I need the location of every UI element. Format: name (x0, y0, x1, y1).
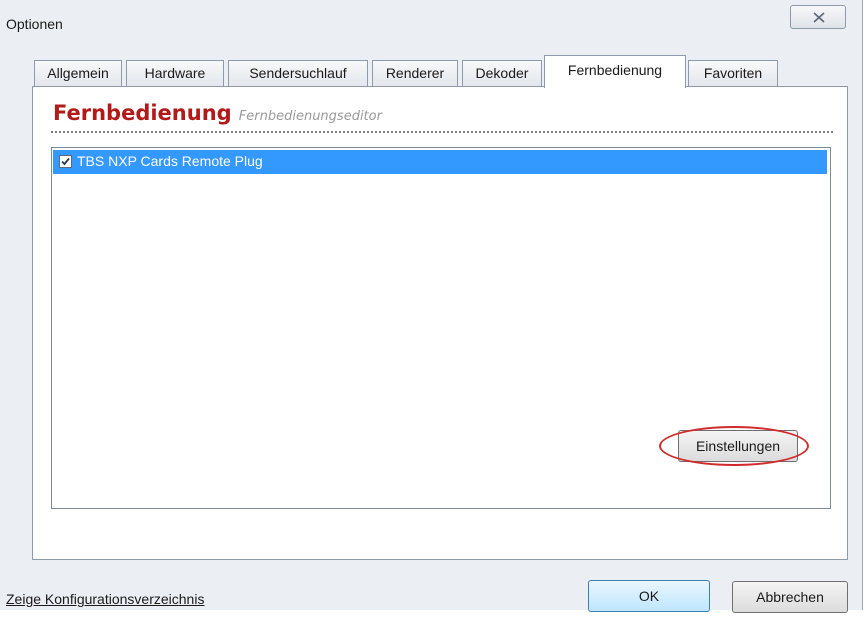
cancel-button[interactable]: Abbrechen (732, 581, 848, 613)
tab-hardware[interactable]: Hardware (126, 60, 224, 86)
tab-allgemein[interactable]: Allgemein (34, 60, 122, 86)
dotted-divider (51, 131, 833, 133)
close-icon (813, 12, 825, 23)
window-title: Optionen (6, 16, 63, 32)
tab-sendersuchlauf[interactable]: Sendersuchlauf (228, 60, 368, 86)
page-title: Fernbedienung Fernbedienungseditor (53, 101, 382, 125)
ok-button[interactable]: OK (588, 580, 710, 612)
tab-favoriten[interactable]: Favoriten (688, 60, 778, 86)
tab-fernbedienung[interactable]: Fernbedienung (544, 55, 686, 88)
title-bar: Optionen (0, 0, 862, 38)
checkmark-icon (61, 157, 70, 166)
heading-subtitle: Fernbedienungseditor (238, 109, 382, 124)
tab-renderer[interactable]: Renderer (372, 60, 458, 86)
tab-panel-fernbedienung: Fernbedienung Fernbedienungseditor TBS N… (32, 86, 848, 560)
heading-title: Fernbedienung (53, 101, 232, 125)
plugin-checkbox[interactable] (59, 155, 72, 168)
list-item[interactable]: TBS NXP Cards Remote Plug (53, 150, 827, 174)
close-button[interactable] (790, 5, 846, 29)
options-dialog: Optionen Allgemein Hardware Sendersuchla… (0, 0, 863, 613)
settings-button[interactable]: Einstellungen (678, 430, 798, 462)
plugin-label: TBS NXP Cards Remote Plug (77, 153, 263, 169)
show-config-directory-link[interactable]: Zeige Konfigurationsverzeichnis (6, 591, 204, 607)
tab-dekoder[interactable]: Dekoder (462, 60, 542, 86)
